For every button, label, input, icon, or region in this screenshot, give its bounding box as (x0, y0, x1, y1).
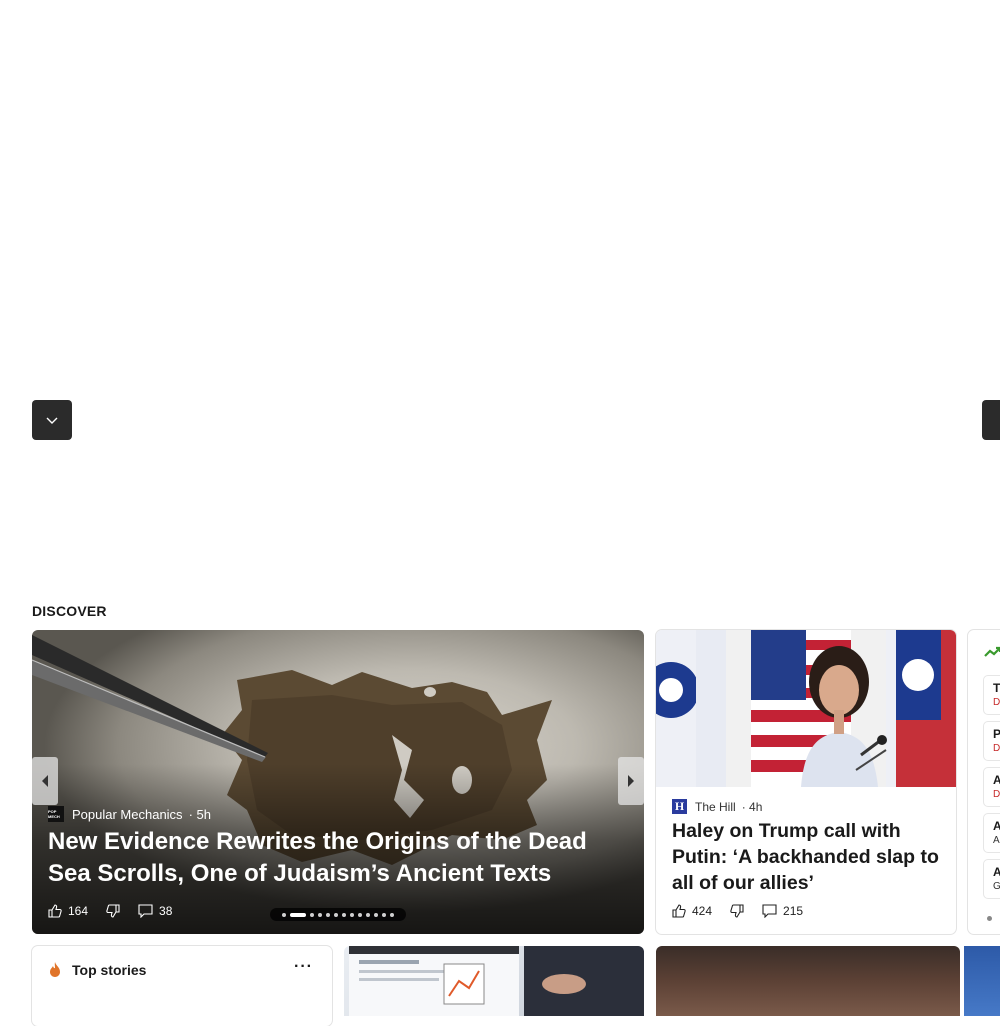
news-time: · 4h (741, 799, 763, 814)
market-row[interactable]: T D (984, 676, 1000, 714)
markets-card[interactable]: T D P D A D A A A G (968, 630, 1000, 934)
news-like-button[interactable]: 424 (672, 904, 712, 918)
carousel-dot[interactable] (350, 912, 354, 917)
laptop-image (349, 946, 644, 1016)
market-row-sub: A (993, 835, 1000, 846)
top-stories-card[interactable]: Top stories ··· (32, 946, 332, 1026)
markets-pagination-dot[interactable] (987, 916, 992, 921)
right-panel-button[interactable] (982, 400, 1000, 440)
market-row-sub: D (993, 697, 1000, 708)
news-dislike-button[interactable] (730, 904, 744, 918)
carousel-dot[interactable] (342, 912, 346, 917)
caret-right-icon (628, 775, 634, 787)
market-row-title: T (993, 681, 1000, 695)
collapse-button[interactable] (32, 400, 72, 440)
market-row-sub: G (993, 881, 1000, 892)
carousel-prev-button[interactable] (32, 757, 58, 805)
comment-icon (762, 904, 777, 918)
market-row-sub: D (993, 743, 1000, 754)
carousel-dot[interactable] (318, 912, 322, 917)
carousel-dot[interactable] (282, 912, 286, 917)
news-source-name: The Hill (695, 799, 736, 814)
news-comment-count: 215 (783, 904, 804, 918)
chevron-down-icon (46, 417, 58, 424)
hero-actions: 164 38 (48, 904, 190, 918)
news-headline[interactable]: Haley on Trump call with Putin: ‘A backh… (672, 818, 944, 896)
carousel-dot[interactable] (334, 912, 338, 917)
popular-mechanics-logo: POP MECH (48, 806, 64, 822)
hero-like-button[interactable]: 164 (48, 904, 88, 918)
market-row[interactable]: A A (984, 814, 1000, 852)
trend-up-icon (984, 646, 1000, 657)
discover-heading: DISCOVER (32, 603, 107, 619)
thumbs-down-icon (730, 904, 744, 918)
carousel-pagination[interactable] (270, 908, 406, 921)
hero-like-count: 164 (68, 904, 89, 918)
market-row[interactable]: A G (984, 860, 1000, 898)
carousel-dot[interactable] (326, 912, 330, 917)
story-thumbnail[interactable] (964, 946, 1000, 1016)
hero-headline[interactable]: New Evidence Rewrites the Origins of the… (48, 826, 618, 890)
thumbs-down-icon (106, 904, 120, 918)
the-hill-logo: H (672, 799, 687, 814)
thumbs-up-icon (48, 904, 62, 918)
hero-dislike-button[interactable] (106, 904, 120, 918)
hero-comment-count: 38 (159, 904, 173, 918)
more-options-button[interactable]: ··· (294, 958, 313, 976)
news-comment-button[interactable]: 215 (762, 904, 803, 918)
carousel-next-button[interactable] (618, 757, 644, 805)
market-row-title: A (993, 773, 1000, 787)
carousel-dot[interactable] (390, 912, 394, 917)
carousel-dot[interactable] (358, 912, 362, 917)
hero-comment-button[interactable]: 38 (138, 904, 172, 918)
flame-icon (50, 962, 60, 977)
market-row-title: A (993, 865, 1000, 879)
caret-left-icon (42, 775, 48, 787)
news-source[interactable]: H The Hill · 4h (672, 799, 762, 814)
thumbs-up-icon (672, 904, 686, 918)
market-row-title: P (993, 727, 1000, 741)
comment-icon (138, 904, 153, 918)
hero-carousel-card[interactable]: POP MECH Popular Mechanics · 5h New Evid… (32, 630, 644, 934)
hero-time: · 5h (188, 806, 211, 822)
news-card-the-hill[interactable]: H The Hill · 4h Haley on Trump call with… (656, 630, 956, 934)
hero-source[interactable]: POP MECH Popular Mechanics · 5h (48, 806, 211, 822)
story-thumbnail[interactable] (344, 946, 644, 1016)
carousel-dot[interactable] (382, 912, 386, 917)
carousel-dot[interactable] (374, 912, 378, 917)
hero-source-name: Popular Mechanics (72, 806, 183, 822)
market-row[interactable]: A D (984, 768, 1000, 806)
market-row-sub: D (993, 789, 1000, 800)
carousel-dot[interactable] (310, 912, 314, 917)
carousel-dot[interactable] (366, 912, 370, 917)
story-thumbnail[interactable] (656, 946, 960, 1016)
news-actions: 424 215 (672, 904, 821, 918)
news-photo (656, 630, 956, 787)
carousel-dot[interactable] (290, 912, 306, 917)
market-row[interactable]: P D (984, 722, 1000, 760)
top-stories-title: Top stories (72, 962, 147, 978)
news-like-count: 424 (692, 904, 713, 918)
market-row-title: A (993, 819, 1000, 833)
